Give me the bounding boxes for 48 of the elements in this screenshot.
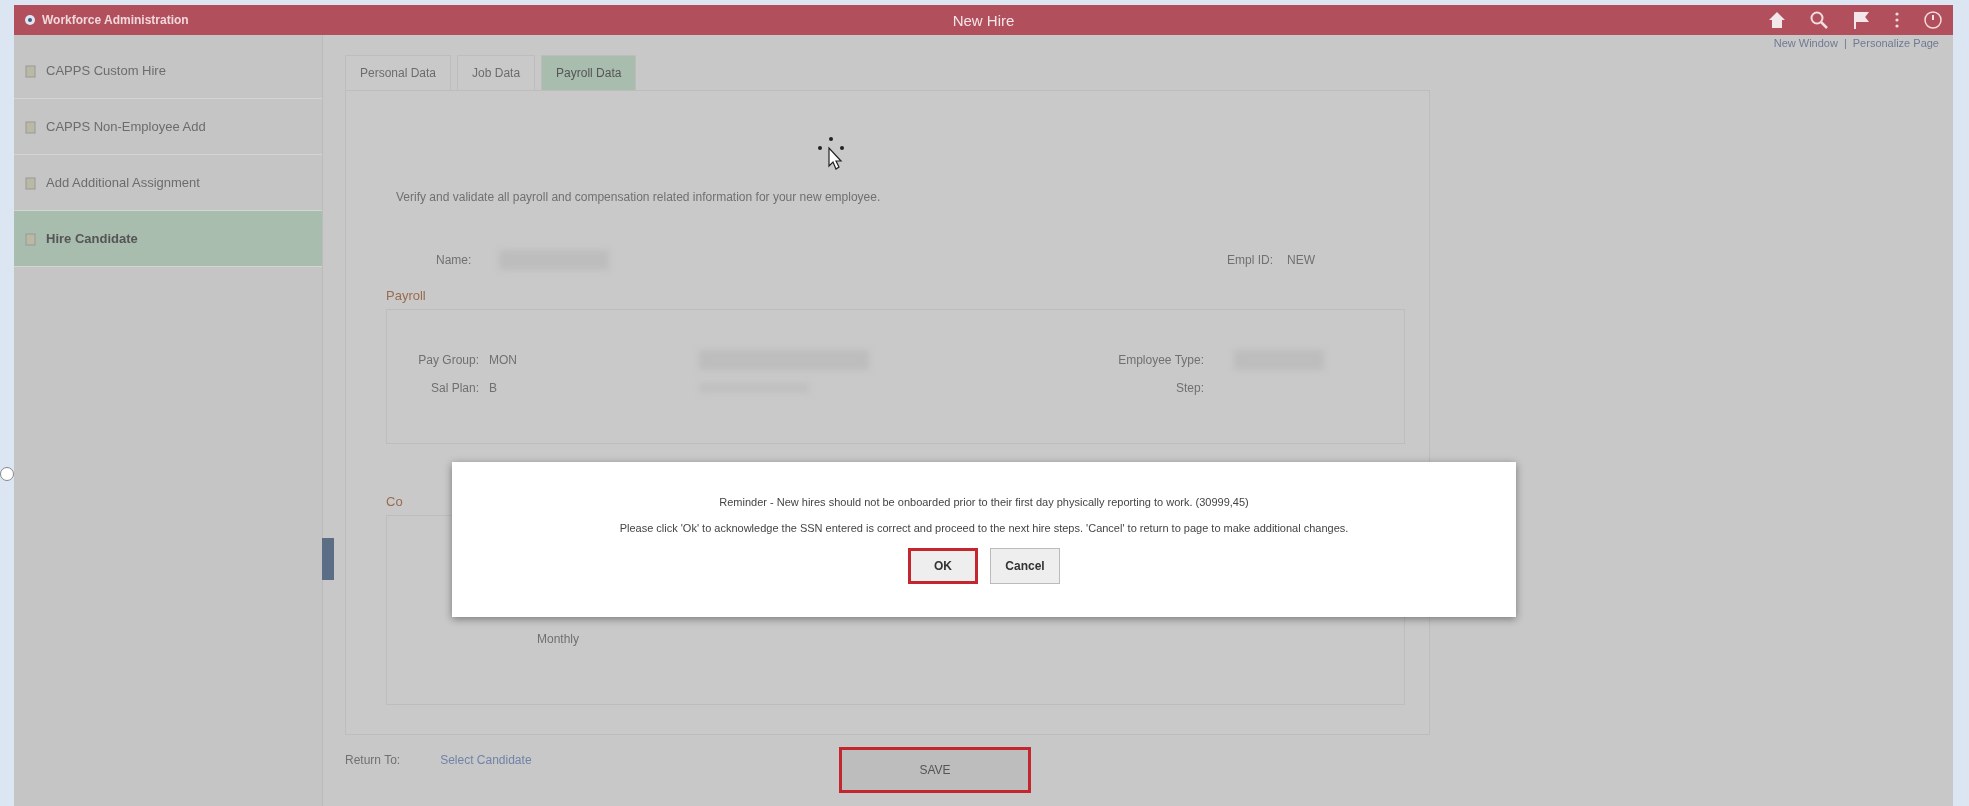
sidebar-item[interactable]: CAPPS Custom Hire <box>14 43 322 99</box>
tab[interactable]: Personal Data <box>345 55 452 90</box>
document-icon <box>24 63 38 78</box>
sidebar-label: Hire Candidate <box>46 231 138 246</box>
tab[interactable]: Job Data <box>457 55 536 90</box>
field-value: MON <box>489 353 518 367</box>
return-link[interactable]: Select Candidate <box>440 753 532 767</box>
power-icon[interactable] <box>1923 10 1943 30</box>
document-icon <box>24 175 38 190</box>
top-link[interactable]: New Window <box>1773 37 1838 53</box>
logo-icon <box>24 14 36 26</box>
search-icon[interactable] <box>1809 10 1829 30</box>
sidebar-item[interactable]: CAPPS Non-Employee Add <box>14 99 322 155</box>
top-link[interactable]: Personalize Page <box>1852 37 1939 53</box>
separator: | <box>1843 37 1847 51</box>
section-title: Payroll <box>386 288 426 303</box>
field-label: Empl ID: <box>1227 253 1273 267</box>
more-icon[interactable] <box>1893 10 1901 30</box>
field-value: NEW <box>1287 253 1315 267</box>
section-title: Co <box>386 494 403 509</box>
return-label: Return To: <box>345 753 401 767</box>
field-label: Sal Plan: <box>429 381 479 395</box>
tab[interactable]: Payroll Data <box>541 55 637 90</box>
scroll-handle[interactable] <box>0 467 14 481</box>
flag-icon[interactable] <box>1851 10 1871 30</box>
sidebar-label: CAPPS Non-Employee Add <box>46 119 206 134</box>
field-label: Name: <box>436 253 472 267</box>
field-value: Monthly <box>537 632 580 646</box>
field-label: Employee Type: <box>1117 353 1204 367</box>
home-icon[interactable] <box>1767 10 1787 30</box>
document-icon <box>24 119 38 134</box>
document-icon <box>24 231 38 246</box>
sidebar-item[interactable]: Hire Candidate <box>14 211 322 267</box>
page-title: New Hire <box>952 11 1015 29</box>
field-label: Pay Group: <box>417 353 479 367</box>
dialog-detail: Please click 'Ok' to acknowledge the SSN entered is correct and proceed to the next hire steps. 'Cancel' to return to page to make additional changes. <box>619 522 1349 534</box>
breadcrumb[interactable]: Workforce Administration <box>42 13 189 27</box>
field-value: B <box>489 381 498 395</box>
cursor-icon <box>816 136 846 170</box>
collapse-handle[interactable] <box>322 538 334 580</box>
field-label: Step: <box>1174 381 1204 395</box>
ok-button[interactable]: OK <box>908 548 978 584</box>
cancel-button[interactable]: Cancel <box>990 548 1060 584</box>
save-button[interactable]: SAVE <box>839 747 1031 793</box>
sidebar-label: CAPPS Custom Hire <box>46 63 166 78</box>
instruction-text: Verify and validate all payroll and compensation related information for your new employee. <box>396 190 882 204</box>
sidebar-label: Add Additional Assignment <box>46 175 200 190</box>
dialog-message: Reminder - New hires should not be onboarded prior to their first day physically reporting to work. (30999,45) <box>719 496 1249 508</box>
